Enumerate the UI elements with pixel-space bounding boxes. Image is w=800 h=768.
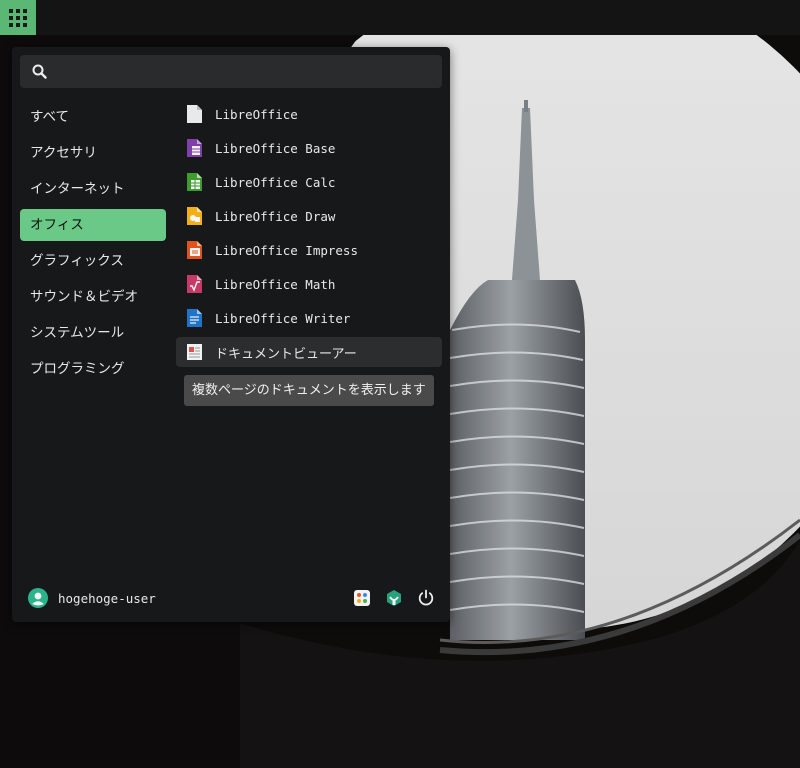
app-item-libreoffice-impress[interactable]: LibreOffice Impress (176, 235, 442, 265)
document-viewer-icon (187, 344, 202, 360)
search-input[interactable] (56, 55, 440, 90)
libreoffice-draw-icon (187, 207, 202, 225)
search-icon (32, 64, 47, 79)
category-sound-video[interactable]: サウンド＆ビデオ (20, 281, 166, 313)
power-button[interactable] (416, 588, 436, 608)
search-box[interactable] (20, 55, 442, 90)
application-menu: すべて アクセサリ インターネット オフィス グラフィックス サウンド＆ビデオ … (12, 47, 450, 622)
app-label: LibreOffice Draw (215, 208, 336, 224)
top-panel (0, 0, 800, 35)
apps-grid-button[interactable] (0, 0, 36, 35)
app-item-libreoffice-writer[interactable]: LibreOffice Writer (176, 303, 442, 333)
app-item-libreoffice-base[interactable]: LibreOffice Base (176, 133, 442, 163)
user-avatar-icon (28, 588, 48, 608)
menu-footer: hogehoge-user (12, 581, 450, 617)
app-item-libreoffice-draw[interactable]: LibreOffice Draw (176, 201, 442, 231)
app-label: LibreOffice Math (215, 276, 336, 292)
category-all[interactable]: すべて (20, 101, 166, 133)
app-label: ドキュメントビューアー (215, 346, 357, 362)
category-graphics[interactable]: グラフィックス (20, 245, 166, 277)
category-system-tools[interactable]: システムツール (20, 317, 166, 349)
settings-button[interactable] (352, 588, 372, 608)
category-accessories[interactable]: アクセサリ (20, 137, 166, 169)
app-label: LibreOffice Calc (215, 174, 336, 190)
category-internet[interactable]: インターネット (20, 173, 166, 205)
app-label: LibreOffice Writer (215, 310, 351, 326)
username: hogehoge-user (58, 591, 156, 606)
app-item-document-viewer[interactable]: ドキュメントビューアー (176, 337, 442, 367)
app-list: LibreOffice LibreOffice Base LibreOffice (176, 99, 442, 371)
libreoffice-base-icon (187, 139, 202, 157)
settings-icon (354, 590, 370, 606)
libreoffice-calc-icon (187, 173, 202, 191)
apps-grid-icon (9, 8, 27, 27)
app-label: LibreOffice Base (215, 140, 336, 156)
software-center-icon (387, 590, 401, 606)
libreoffice-writer-icon (187, 309, 202, 327)
libreoffice-icon (187, 105, 202, 123)
app-label: LibreOffice Impress (215, 242, 358, 258)
category-programming[interactable]: プログラミング (20, 353, 166, 385)
software-center-button[interactable] (384, 588, 404, 608)
app-item-libreoffice-math[interactable]: LibreOffice Math (176, 269, 442, 299)
app-item-libreoffice[interactable]: LibreOffice (176, 99, 442, 129)
libreoffice-impress-icon (187, 241, 202, 259)
category-office[interactable]: オフィス (20, 209, 166, 241)
power-icon (418, 589, 434, 606)
libreoffice-math-icon (187, 275, 202, 293)
app-item-libreoffice-calc[interactable]: LibreOffice Calc (176, 167, 442, 197)
category-list: すべて アクセサリ インターネット オフィス グラフィックス サウンド＆ビデオ … (20, 101, 166, 389)
app-label: LibreOffice (215, 106, 298, 122)
app-tooltip: 複数ページのドキュメントを表示します (184, 375, 434, 406)
